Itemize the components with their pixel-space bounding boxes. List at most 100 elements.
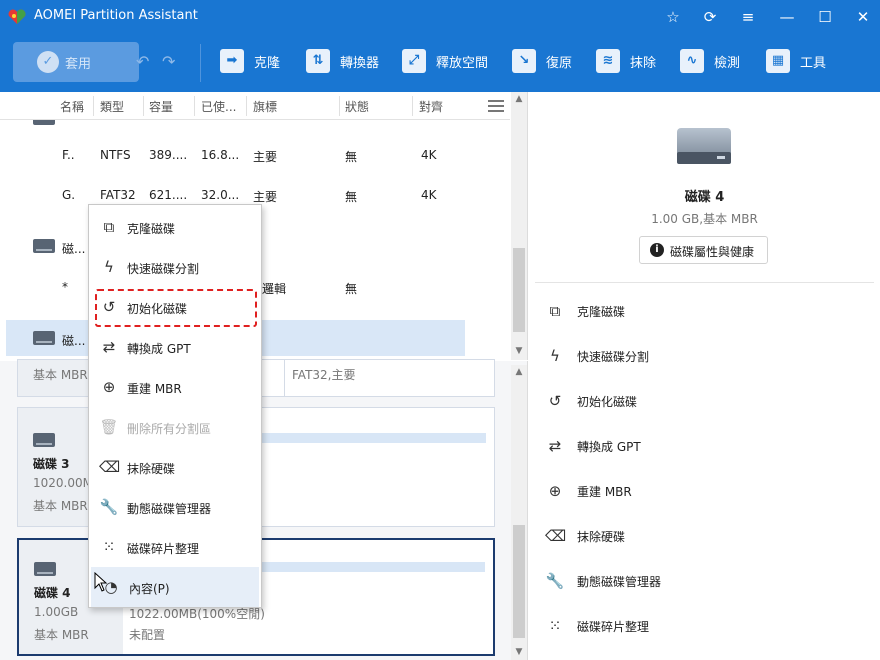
convert-icon: ⇄ [548,437,562,455]
cell-used: 32.0... [201,188,240,202]
convert-tool-button[interactable]: ⇅ 轉換器 [306,44,386,80]
table-row[interactable]: F.. NTFS 389.... 16.8... 主要 無 4K [0,140,510,168]
cell-align: 4K [421,188,437,202]
cell-capacity: 389.... [149,148,188,162]
menu-item-label: 轉換成 GPT [127,342,191,356]
recover-tool-label: 復原 [546,56,573,71]
apply-button[interactable]: ✓ 套用 [13,42,139,82]
cell-status: 無 [345,190,358,204]
menu-icon[interactable]: ≡ [737,6,759,28]
toolbar: ✓ 套用 ↶ ↷ ➡ 克隆 ⇅ 轉換器 ⤢ 釋放空間 ↘ 復原 ≋ 抹除 ∿ 檢… [0,34,880,92]
redo-icon[interactable]: ↷ [162,52,175,71]
column-separator [93,96,94,116]
disk-type: 基本 MBR [34,628,89,642]
convert-tool-label: 轉換器 [340,56,380,71]
disk-map-panel: 基本 MBR FAT32,主要 磁碟 3 1020.00MB 基本 MBR 磁碟… [0,359,528,660]
column-separator [246,96,247,116]
disk-title: 磁碟 4 [684,190,725,205]
rebuild-icon: ⊕ [102,378,116,396]
scroll-down-icon[interactable]: ▼ [511,645,527,659]
wrench-icon: 🔧 [99,498,119,516]
check-tool-button[interactable]: ∿ 檢測 [680,44,748,80]
diskmap-scrollbar[interactable]: ▲ ▼ [511,365,527,660]
clone-tool-button[interactable]: ➡ 克隆 [220,44,290,80]
eraser-icon: ⌫ [99,458,121,476]
column-name[interactable]: 名稱 [60,98,84,115]
check-tool-icon: ∿ [680,49,704,73]
close-icon[interactable]: ✕ [852,6,874,28]
menu-item-dynamic-disk-manager[interactable]: 🔧 動態磁碟管理器 [89,487,261,527]
check-icon: ✓ [37,51,59,73]
disk-icon [34,562,56,576]
action-label: 重建 MBR [577,485,632,499]
disk-properties-button[interactable]: i 磁碟屬性與健康 [639,236,768,264]
star-icon[interactable]: ☆ [662,6,684,28]
defrag-icon: ⁙ [102,538,116,556]
minimize-icon[interactable]: — [776,6,798,28]
refresh-icon[interactable]: ⟳ [699,6,721,28]
free-space-tool-icon: ⤢ [402,49,426,73]
free-space-tool-button[interactable]: ⤢ 釋放空間 [402,44,496,80]
column-used[interactable]: 已使... [201,98,236,115]
partition-info: FAT32,主要 [292,368,356,382]
menu-item-clone-disk[interactable]: ⧉ 克隆磁碟 [89,207,261,247]
scroll-up-icon[interactable]: ▲ [511,92,527,106]
cell-status: 無 [345,282,358,296]
menu-item-wipe-disk[interactable]: ⌫ 抹除硬碟 [89,447,261,487]
menu-item-label: 抹除硬碟 [127,462,176,476]
menu-item-delete-all-partitions: 🗑 刪除所有分割區 [89,407,261,447]
scroll-down-icon[interactable]: ▼ [511,344,527,358]
scrollbar-thumb[interactable] [513,248,525,332]
maximize-icon[interactable]: ☐ [814,6,836,28]
trash-icon: 🗑 [99,418,119,436]
menu-item-label: 內容(P) [129,582,170,596]
disk-properties-label: 磁碟屬性與健康 [670,245,755,259]
wipe-tool-button[interactable]: ≋ 抹除 [596,44,662,80]
column-capacity[interactable]: 容量 [149,98,173,115]
cell-align: 4K [421,148,437,162]
menu-item-properties[interactable]: ◔ 內容(P) [91,567,259,607]
recover-tool-icon: ↘ [512,49,536,73]
column-status[interactable]: 狀態 [345,98,369,115]
clone-disk-icon: ⧉ [549,302,561,320]
menu-item-label: 克隆磁碟 [127,222,176,236]
cell-flag: 主要 [253,190,278,204]
lightning-icon: ϟ [550,347,560,365]
check-tool-label: 檢測 [714,56,741,71]
context-menu: ⧉ 克隆磁碟 ϟ 快速磁碟分割 ↺ 初始化磁碟 ⇄ 轉換成 GPT ⊕ 重建 M… [88,204,262,608]
eraser-icon: ⌫ [545,527,567,545]
column-flag[interactable]: 旗標 [253,98,277,115]
action-label: 初始化磁碟 [577,395,638,409]
wipe-tool-icon: ≋ [596,49,620,73]
apply-label: 套用 [65,57,92,72]
column-type[interactable]: 類型 [100,98,124,115]
cell-capacity: 621.... [149,188,188,202]
menu-item-rebuild-mbr[interactable]: ⊕ 重建 MBR [89,367,261,407]
menu-item-label: 刪除所有分割區 [127,422,212,436]
cell-used: 16.8... [201,148,240,162]
disk-card-type: 基本 MBR [33,368,88,382]
partition-list-panel: 名稱 類型 容量 已使... 旗標 狀態 對齊 F.. NTFS 389....… [0,92,528,360]
disk-large-icon [677,128,731,166]
wrench-icon: 🔧 [545,572,565,590]
column-menu-icon[interactable] [488,100,504,112]
menu-item-defrag[interactable]: ⁙ 磁碟碎片整理 [89,527,261,567]
title-bar: AOMEI Partition Assistant ☆ ⟳ ≡ — ☐ ✕ [0,0,880,34]
tools-button[interactable]: ▦ 工具 [766,44,832,80]
menu-item-label: 快速磁碟分割 [127,262,200,276]
list-scrollbar[interactable]: ▲ ▼ [511,92,527,360]
scrollbar-thumb[interactable] [513,525,525,638]
scroll-up-icon[interactable]: ▲ [511,365,527,379]
clone-disk-icon: ⧉ [103,218,115,236]
menu-item-convert-gpt[interactable]: ⇄ 轉換成 GPT [89,327,261,367]
column-align[interactable]: 對齊 [419,98,443,115]
menu-item-quick-partition[interactable]: ϟ 快速磁碟分割 [89,247,261,287]
action-label: 轉換成 GPT [577,440,641,454]
column-separator [412,96,413,116]
action-label: 抹除硬碟 [577,530,626,544]
recover-tool-button[interactable]: ↘ 復原 [512,44,578,80]
highlight-box [95,289,257,327]
column-separator [339,96,340,116]
undo-icon[interactable]: ↶ [136,52,149,71]
cell-flag: 主要 [253,150,278,164]
